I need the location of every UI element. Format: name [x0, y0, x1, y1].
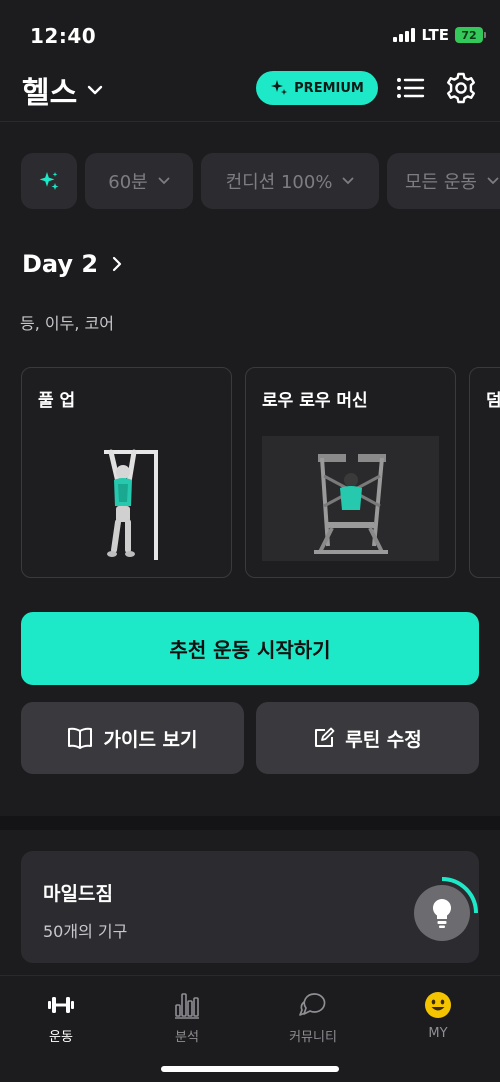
dumbbell-icon [48, 997, 74, 1013]
tab-analysis[interactable]: 분석 [137, 990, 237, 1046]
gym-name: 마일드짐 [43, 883, 113, 905]
bar-chart-icon [175, 993, 199, 1019]
tab-label: 커뮤니티 [289, 1030, 337, 1045]
exercise-name: 풀 업 [38, 391, 76, 411]
exercise-name: 로우 로우 머신 [262, 391, 368, 411]
day-header[interactable]: Day 2 [22, 250, 122, 278]
condition-filter-label: 컨디션 100% [225, 172, 333, 193]
row-machine-illustration [262, 436, 439, 561]
home-indicator [161, 1066, 339, 1072]
status-bar: 12:40 LTE 72 [0, 0, 500, 60]
exercise-name: 덤 [486, 391, 500, 411]
gear-icon [447, 72, 475, 104]
exercise-type-filter-label: 모든 운동 [405, 172, 477, 193]
smiley-icon [425, 992, 451, 1018]
guide-button-label: 가이드 보기 [103, 728, 198, 751]
duration-filter[interactable]: 60분 [85, 153, 193, 209]
day-title: Day 2 [22, 250, 99, 278]
network-label: LTE [421, 26, 449, 44]
duration-filter-label: 60분 [108, 172, 148, 193]
tab-label: 운동 [49, 1030, 73, 1045]
chevron-down-icon [343, 177, 354, 185]
status-indicators: LTE 72 [393, 26, 486, 44]
chevron-down-icon [88, 85, 103, 95]
premium-button[interactable]: PREMIUM [256, 71, 378, 105]
section-divider [0, 816, 500, 830]
app-screen: 12:40 LTE 72 헬스 PREMIUM 60분 컨디션 100% 모든 … [0, 0, 500, 1082]
sparkle-icon [39, 172, 59, 190]
gym-equipment-count: 50개의 기구 [43, 922, 128, 941]
tab-my[interactable]: MY [388, 990, 488, 1046]
exercise-card[interactable]: 풀 업 [21, 367, 232, 578]
tab-workout[interactable]: 운동 [11, 990, 111, 1046]
target-muscles: 등, 이두, 코어 [20, 314, 114, 333]
pull-up-illustration [38, 436, 215, 561]
tab-label: MY [428, 1026, 448, 1041]
signal-icon [393, 28, 416, 42]
book-icon [68, 727, 93, 749]
bottom-tab-bar: 운동 분석 커뮤니티 MY [0, 975, 500, 1082]
chevron-down-icon [158, 177, 170, 185]
exercise-card[interactable]: 로우 로우 머신 [245, 367, 456, 578]
filter-bar: 60분 컨디션 100% 모든 운동 [21, 153, 500, 209]
edit-icon [315, 727, 335, 747]
settings-button[interactable] [444, 71, 478, 105]
battery-icon: 72 [455, 27, 486, 43]
tip-floating-button[interactable] [406, 877, 478, 949]
ai-recommend-chip[interactable] [21, 153, 77, 209]
chevron-down-icon [487, 177, 499, 185]
exercise-card[interactable]: 덤 [469, 367, 500, 578]
tab-community[interactable]: 커뮤니티 [263, 990, 363, 1046]
status-time: 12:40 [30, 24, 97, 48]
chevron-right-icon [112, 256, 122, 272]
tab-label: 분석 [175, 1030, 199, 1045]
exercise-type-filter[interactable]: 모든 운동 [387, 153, 500, 209]
sparkle-icon [271, 80, 288, 95]
edit-routine-button[interactable]: 루틴 수정 [256, 702, 479, 774]
page-title: 헬스 [22, 76, 78, 111]
start-recommended-workout-button[interactable]: 추천 운동 시작하기 [21, 612, 479, 685]
battery-level: 72 [455, 27, 483, 43]
chat-bubbles-icon [299, 993, 326, 1016]
condition-filter[interactable]: 컨디션 100% [201, 153, 379, 209]
exercise-carousel: 풀 업 로우 로우 머신 덤 [21, 367, 500, 578]
list-button[interactable] [394, 72, 426, 104]
list-icon [397, 78, 425, 98]
premium-label: PREMIUM [294, 80, 364, 96]
workout-type-selector[interactable]: 헬스 [22, 68, 103, 112]
lightbulb-icon [408, 877, 478, 947]
edit-routine-button-label: 루틴 수정 [345, 728, 422, 751]
guide-button[interactable]: 가이드 보기 [21, 702, 244, 774]
app-header: 헬스 PREMIUM [0, 60, 500, 122]
